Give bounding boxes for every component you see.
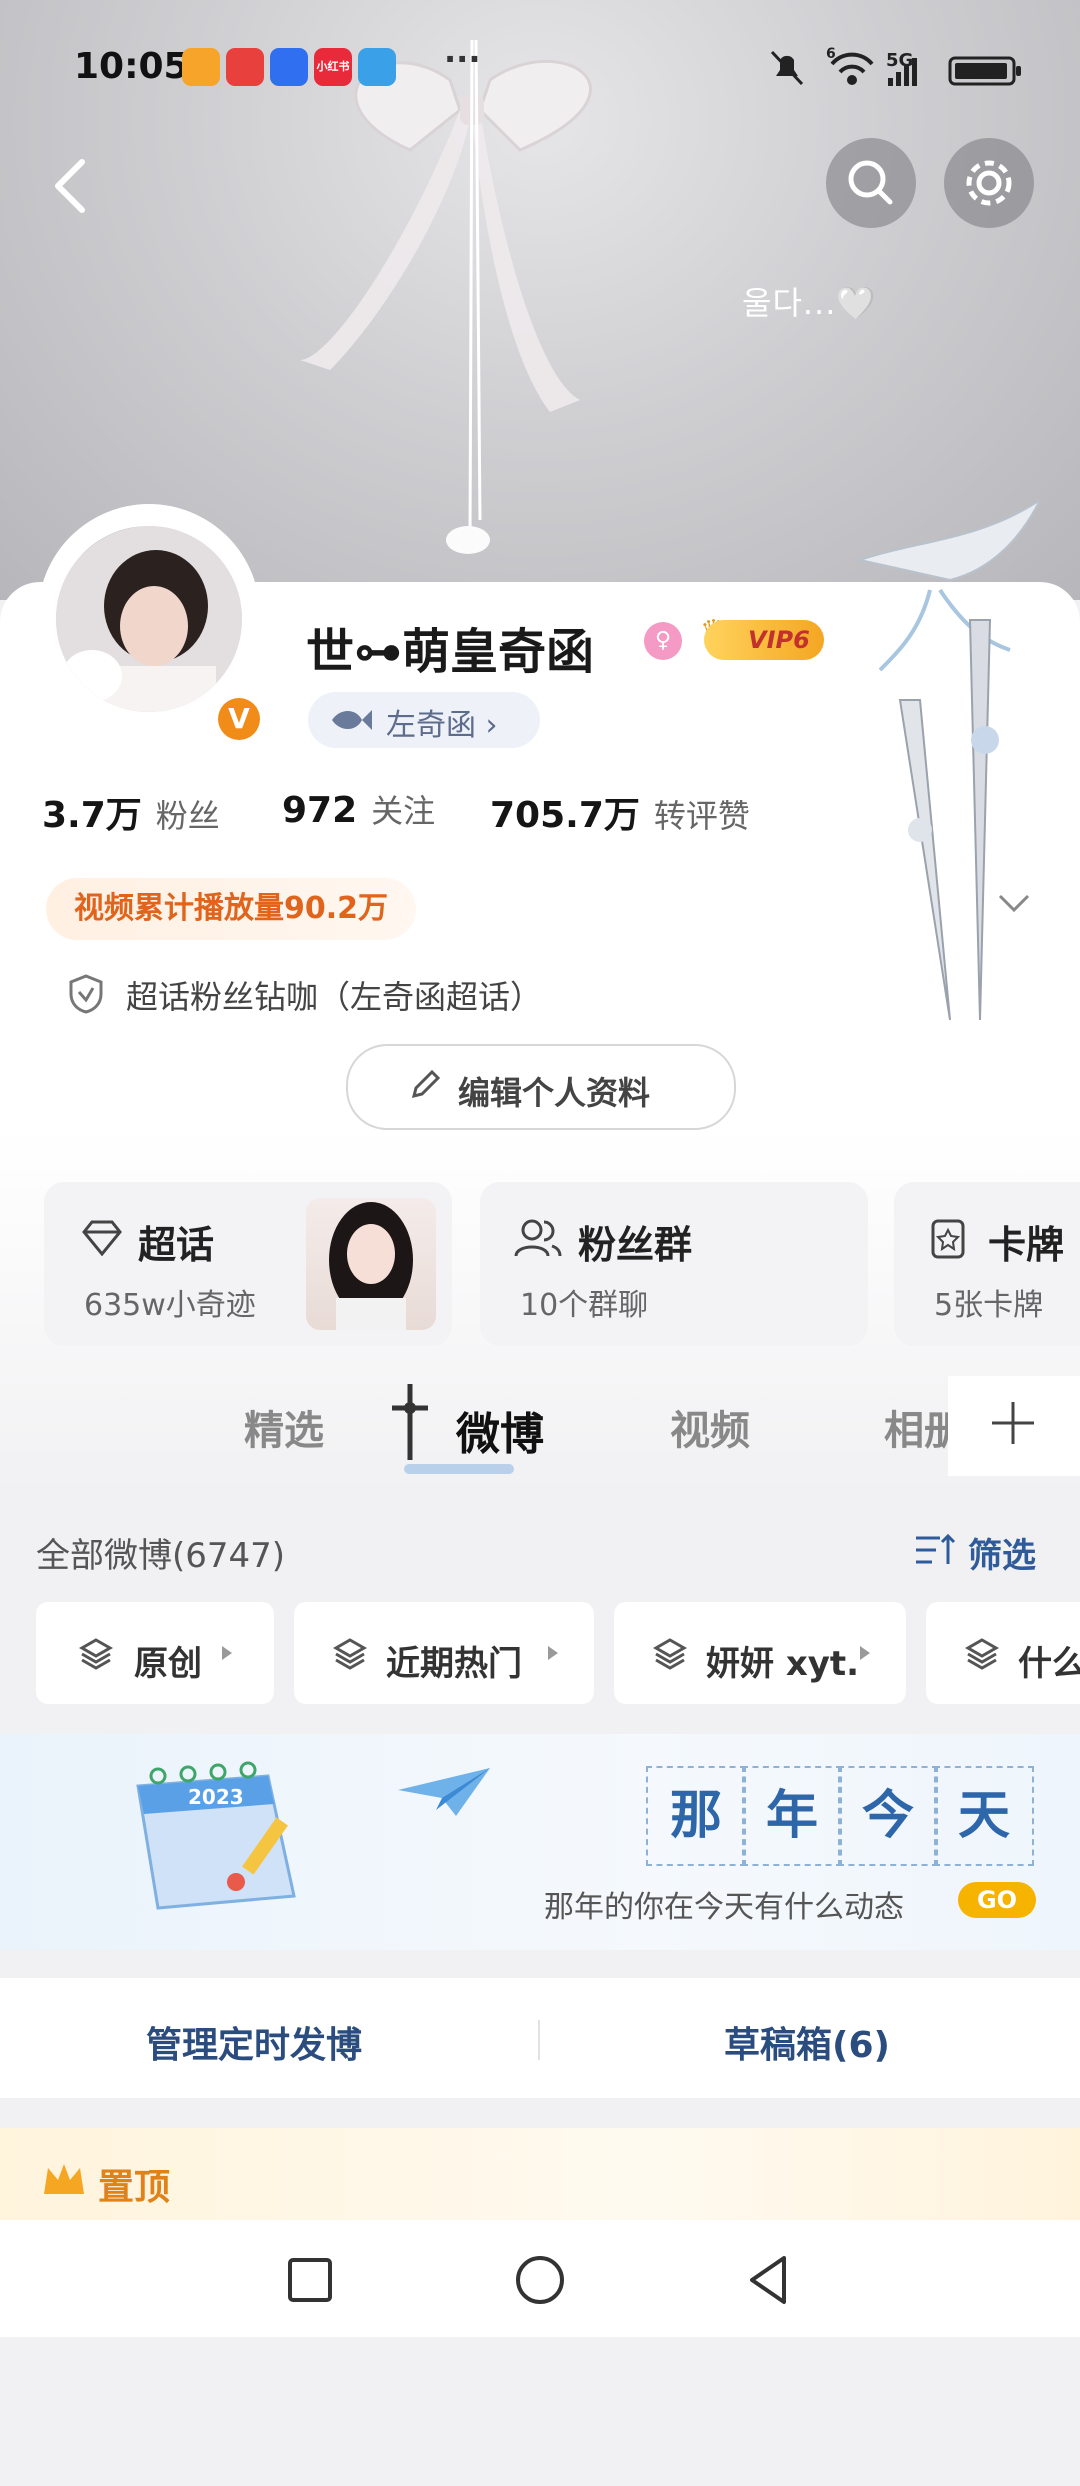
chevron-down-icon[interactable] (996, 892, 1032, 916)
people-icon (514, 1219, 562, 1257)
gear-icon (966, 160, 1012, 206)
tab-album[interactable]: 相册 (884, 1398, 954, 1456)
stat-following-value: 972 (282, 790, 358, 831)
stat-interactions[interactable]: 705.7万 转评赞 (490, 786, 750, 838)
tab-featured[interactable]: 精选 (244, 1398, 324, 1456)
settings-button[interactable] (944, 138, 1034, 228)
tab-active-indicator (404, 1464, 514, 1474)
xiaohongshu-icon: 小红书 (314, 48, 352, 86)
banner-overlay-text: 울다...🤍 (742, 284, 878, 322)
avatar[interactable] (56, 526, 242, 712)
stat-followers-value: 3.7万 (42, 795, 142, 836)
memory-char: 年 (742, 1766, 842, 1866)
calendar-icon: 2023 (136, 1761, 296, 1910)
memory-char: 今 (838, 1766, 938, 1866)
recents-square-icon[interactable] (280, 2250, 340, 2310)
memory-char: 天 (934, 1766, 1034, 1866)
mute-icon (770, 50, 804, 86)
layers-icon (78, 1638, 114, 1670)
female-gender-icon: ♀ (644, 622, 682, 660)
shield-icon (69, 974, 103, 1014)
edit-profile-label: 编辑个人资料 (458, 1074, 651, 1112)
chip-original-label: 原创 (134, 1644, 202, 1684)
memory-char: 那 (646, 1766, 746, 1866)
all-weibo-count: 全部微博(6747) (36, 1536, 286, 1576)
home-circle-icon[interactable] (510, 2250, 570, 2310)
video-plays-pill[interactable]: 视频累计播放量90.2万 (46, 878, 417, 940)
chip-what-label: 什么 (1018, 1644, 1080, 1684)
layers-icon (964, 1638, 1000, 1670)
supertopic-subtitle: 635w小奇迹 (84, 1288, 256, 1323)
status-bar: 10:05 小红书 ··· 6 5G (0, 40, 1080, 100)
fan-tag-label: 左奇函 (386, 708, 476, 743)
actions-divider (538, 2020, 540, 2060)
chip-yanyan-label: 妍妍 xyt. (706, 1644, 860, 1684)
search-icon (848, 160, 893, 205)
plus-icon[interactable] (988, 1398, 1038, 1448)
stat-following-label: 关注 (371, 792, 436, 830)
username: 世⊶萌皇奇函 (306, 624, 595, 680)
appmarket-icon (270, 48, 308, 86)
paper-plane-icon (398, 1768, 490, 1816)
vip-badge[interactable]: VIP6 (704, 620, 824, 660)
battery-icon (948, 56, 1021, 86)
tab-weibo[interactable]: 微博 (456, 1398, 544, 1462)
memory-subtitle: 那年的你在今天有什么动态 (544, 1890, 904, 1925)
stat-followers[interactable]: 3.7万 粉丝 (42, 786, 220, 838)
drafts-button[interactable]: 草稿箱(6) (724, 2016, 890, 2068)
pinned-label: 置顶 (98, 2167, 171, 2208)
diamond-icon (82, 1220, 122, 1256)
chip-arrow-icon (860, 1646, 870, 1660)
stat-following[interactable]: 972 关注 (282, 786, 435, 832)
verified-badge: V (218, 698, 260, 740)
ribbon-decoration (300, 40, 592, 554)
supertopic-photo (306, 1198, 436, 1330)
fangroup-title: 粉丝群 (578, 1223, 693, 1267)
chip-arrow-icon (548, 1646, 558, 1660)
stat-interactions-value: 705.7万 (490, 795, 640, 836)
cards-subtitle: 5张卡牌 (934, 1288, 1044, 1323)
cards-title: 卡牌 (988, 1223, 1065, 1267)
dagger-decoration (856, 500, 1042, 1021)
scheduled-posts-button[interactable]: 管理定时发博 (146, 2016, 362, 2068)
more-notifications-icon: ··· (444, 40, 481, 78)
chip-arrow-icon (222, 1646, 232, 1660)
cross-decoration-icon (392, 1384, 428, 1460)
back-arrow-icon[interactable] (38, 150, 98, 220)
card-icon (931, 1219, 965, 1259)
filter-button[interactable]: 筛选 (968, 1528, 1036, 1577)
layers-icon (332, 1638, 368, 1670)
fan-tag-text: 左奇函 › (386, 700, 498, 744)
wifi-badge-text: 6 (826, 46, 836, 62)
fangroup-subtitle: 10个群聊 (520, 1288, 649, 1323)
super-fan-label[interactable]: 超话粉丝钻咖（左奇函超话） (126, 972, 542, 1018)
fish-icon (332, 710, 372, 730)
calendar-year: 2023 (188, 1785, 244, 1809)
supertopic-title: 超话 (138, 1223, 215, 1267)
wifi-icon (830, 52, 874, 85)
layers-icon (652, 1638, 688, 1670)
chip-recent-hot-label: 近期热门 (386, 1644, 522, 1684)
stat-followers-label: 粉丝 (155, 797, 220, 835)
stat-interactions-label: 转评赞 (653, 797, 750, 835)
pencil-icon (411, 1069, 441, 1099)
back-triangle-icon[interactable] (740, 2250, 800, 2310)
filter-icon[interactable] (914, 1530, 958, 1570)
tab-video[interactable]: 视频 (670, 1398, 750, 1456)
search-button[interactable] (826, 138, 916, 228)
avatar-photo (56, 526, 242, 712)
memory-go-button[interactable]: GO (958, 1882, 1036, 1918)
heart-app-icon (182, 48, 220, 86)
status-time: 10:05 (74, 46, 189, 87)
chevron-right-icon: › (485, 708, 498, 743)
memory-title: 那 年 今 天 (646, 1766, 1034, 1866)
crown-pinned-icon (44, 2164, 84, 2194)
shopping-app-icon (226, 48, 264, 86)
book-app-icon (358, 48, 396, 86)
system-status-icons: 6 5G (770, 46, 1021, 86)
network-type-text: 5G (886, 50, 913, 71)
